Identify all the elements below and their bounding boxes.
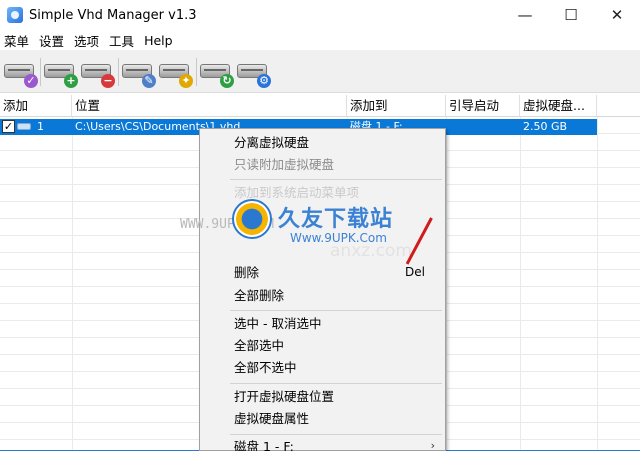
refresh-badge-icon: ↻ — [220, 74, 234, 88]
minimize-button[interactable]: — — [502, 0, 548, 30]
add-vhd-button[interactable]: + — [42, 56, 78, 88]
row-checkbox[interactable]: ✓ — [2, 120, 15, 133]
menu-options[interactable]: 选项 — [70, 31, 105, 50]
row-boot — [446, 119, 520, 135]
toolbar-separator — [118, 58, 119, 86]
menu-settings[interactable]: 设置 — [35, 31, 70, 50]
submenu-arrow-icon: › — [430, 439, 435, 451]
close-button[interactable]: ✕ — [594, 0, 640, 30]
app-icon — [7, 7, 23, 23]
pencil-badge-icon: ✎ — [142, 74, 156, 88]
grid-line — [446, 117, 447, 451]
attach-vhd-button[interactable]: ✓ — [2, 56, 38, 88]
window-controls: — ☐ ✕ — [502, 0, 640, 30]
tools-button[interactable]: ⚙ — [235, 56, 271, 88]
refresh-button[interactable]: ↻ — [198, 56, 234, 88]
menu-separator — [230, 310, 442, 311]
remove-vhd-button[interactable]: − — [79, 56, 115, 88]
maximize-button[interactable]: ☐ — [548, 0, 594, 30]
menu-tools[interactable]: 工具 — [105, 31, 140, 50]
check-badge-icon: ✓ — [24, 74, 38, 88]
delete-shortcut: Del — [405, 265, 425, 279]
menu-item-properties[interactable]: 虚拟硬盘属性 — [234, 409, 309, 429]
minus-badge-icon: − — [101, 74, 115, 88]
context-menu: 分离虚拟硬盘 只读附加虚拟硬盘 添加到系统启动菜单项 删除 Del 全部删除 选… — [199, 128, 446, 451]
column-header-attached-to[interactable]: 添加到 — [347, 95, 446, 117]
column-header-add[interactable]: 添加 — [0, 95, 72, 117]
menu-separator — [230, 383, 442, 384]
menu-item-add-to-boot[interactable]: 添加到系统启动菜单项 — [234, 183, 359, 203]
menu-item-select-none[interactable]: 全部不选中 — [234, 358, 297, 378]
wand-badge-icon: ✦ — [179, 74, 193, 88]
menu-item-disk-submenu[interactable]: 磁盘 1 - F: — [234, 437, 294, 451]
menu-separator — [230, 179, 442, 180]
menu-help[interactable]: Help — [140, 33, 179, 48]
vhd-drive-icon — [17, 123, 31, 130]
grid-line — [520, 117, 521, 451]
plus-badge-icon: + — [64, 74, 78, 88]
menu-item-select-all[interactable]: 全部选中 — [234, 336, 284, 356]
edit-vhd-button[interactable]: ✎ — [120, 56, 156, 88]
column-header-size[interactable]: 虚拟硬盘... — [520, 95, 597, 117]
menu-item-readonly-attach[interactable]: 只读附加虚拟硬盘 — [234, 155, 334, 175]
column-header-location[interactable]: 位置 — [72, 95, 347, 117]
menu-item-detach-vhd[interactable]: 分离虚拟硬盘 — [234, 133, 309, 153]
toolbar: ✓ + − ✎ ✦ ↻ ⚙ — [0, 50, 640, 93]
menu-item-open-location[interactable]: 打开虚拟硬盘位置 — [234, 387, 334, 407]
table-header: 添加 位置 添加到 引导启动 虚拟硬盘... — [0, 95, 640, 117]
column-header-boot[interactable]: 引导启动 — [446, 95, 520, 117]
menu-item-delete-all[interactable]: 全部删除 — [234, 286, 284, 306]
wrench-badge-icon: ⚙ — [257, 74, 271, 88]
grid-line — [72, 117, 73, 451]
toolbar-separator — [40, 58, 41, 86]
menu-item-toggle-select[interactable]: 选中 - 取消选中 — [234, 314, 321, 334]
row-index: 1 — [37, 120, 44, 133]
grid-line — [597, 117, 598, 451]
menu-separator — [230, 434, 442, 435]
toolbar-separator — [196, 58, 197, 86]
window-title: Simple Vhd Manager v1.3 — [29, 7, 197, 23]
title-bar: Simple Vhd Manager v1.3 — ☐ ✕ — [0, 0, 640, 30]
row-size: 2.50 GB — [523, 120, 568, 133]
create-vhd-button[interactable]: ✦ — [157, 56, 193, 88]
menu-main[interactable]: 菜单 — [0, 31, 35, 50]
menu-item-delete[interactable]: 删除 — [234, 263, 259, 283]
menu-bar: 菜单 设置 选项 工具 Help — [0, 30, 640, 50]
